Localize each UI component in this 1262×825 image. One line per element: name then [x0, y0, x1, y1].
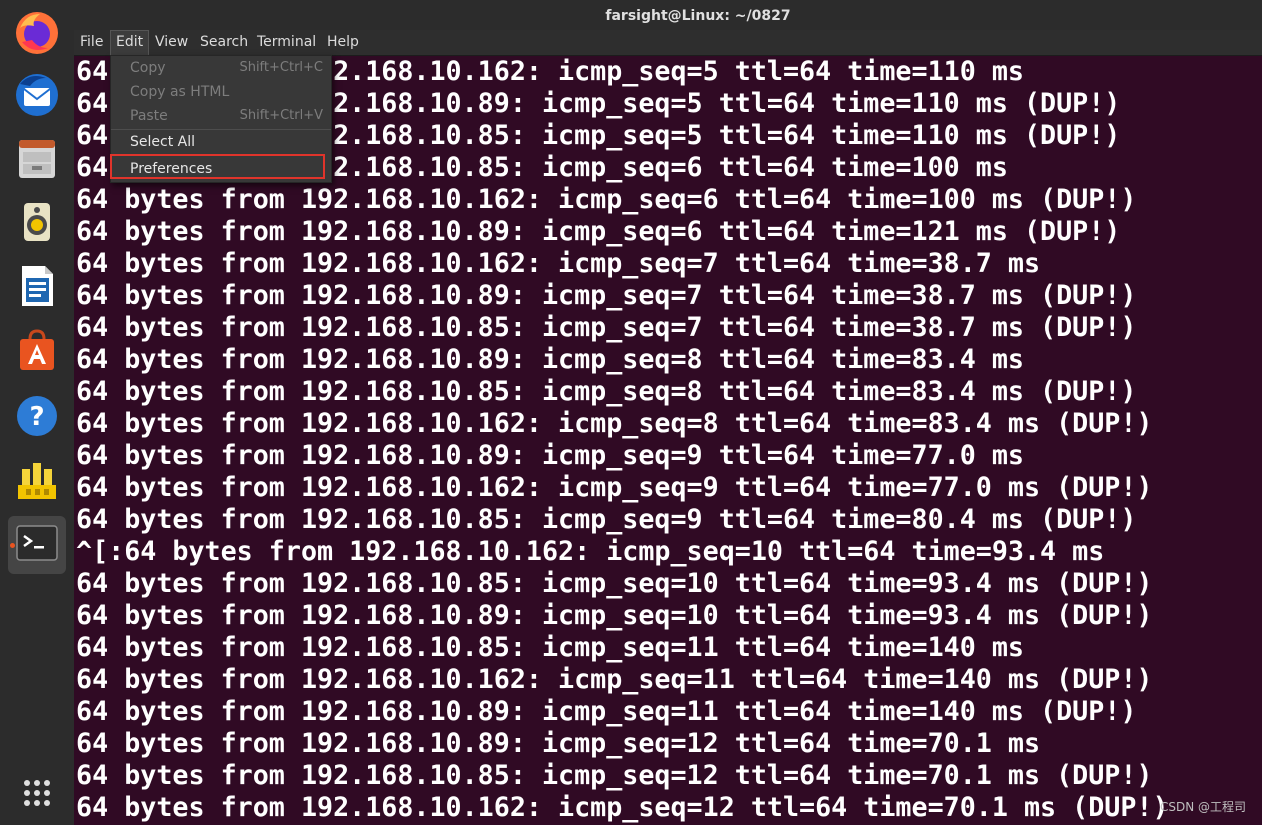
menu-item-select-all[interactable]: Select All: [111, 130, 331, 154]
libreoffice-writer-icon: [12, 261, 62, 315]
terminal-line: 64 bytes from 192.168.10.85: icmp_seq=11…: [76, 632, 1024, 663]
ubuntu-software-icon: [12, 325, 62, 379]
terminal-line: 64 bytes from 192.168.10.89: icmp_seq=7 …: [76, 280, 1137, 311]
thunderbird-icon: [12, 70, 62, 124]
menubar: File Edit View Search Terminal Help: [74, 30, 1262, 56]
dock-item-terminal[interactable]: [8, 516, 66, 574]
dock-item-app[interactable]: [8, 453, 66, 511]
dock-item-show-apps[interactable]: [8, 766, 66, 824]
app-icon: [12, 455, 62, 509]
dock: ?: [0, 0, 75, 825]
help-icon: ?: [12, 391, 62, 445]
files-icon: [12, 133, 62, 187]
running-indicator: [10, 543, 15, 548]
dock-item-help[interactable]: ?: [8, 389, 66, 447]
menu-terminal[interactable]: Terminal: [252, 30, 321, 55]
terminal-line: 64 bytes from 192.168.10.85: icmp_seq=7 …: [76, 312, 1137, 343]
menu-edit[interactable]: Edit: [110, 30, 150, 55]
menu-item-label: Preferences: [130, 161, 213, 177]
menu-search[interactable]: Search: [195, 30, 253, 55]
edit-menu-dropdown: Copy Shift+Ctrl+C Copy as HTML Paste Shi…: [110, 55, 332, 183]
terminal-line: 64 bytes from 192.168.10.162: icmp_seq=7…: [76, 248, 1041, 279]
menu-item-copy-as-html[interactable]: Copy as HTML: [111, 80, 331, 104]
firefox-icon: [12, 8, 62, 62]
window-titlebar[interactable]: farsight@Linux: ~/0827: [74, 0, 1262, 30]
terminal-line: 64 bytes from 192.168.10.162: icmp_seq=1…: [76, 664, 1153, 695]
menu-item-label: Copy as HTML: [130, 84, 230, 100]
terminal-line: 64 bytes from 192.168.10.85: icmp_seq=12…: [76, 760, 1153, 791]
menu-view[interactable]: View: [150, 30, 193, 55]
menu-item-paste[interactable]: Paste Shift+Ctrl+V: [111, 104, 331, 128]
terminal-line: 64 bytes from 192.168.10.89: icmp_seq=12…: [76, 728, 1041, 759]
terminal-line: 64 bytes from 192.168.10.89: icmp_seq=10…: [76, 600, 1153, 631]
menu-item-shortcut: Shift+Ctrl+C: [239, 60, 323, 75]
terminal-line: 64 bytes from 192.168.10.89: icmp_seq=6 …: [76, 216, 1121, 247]
terminal-line: 64 bytes from 192.168.10.162: icmp_seq=9…: [76, 472, 1153, 503]
rhythmbox-icon: [12, 197, 62, 251]
terminal-line: 64 bytes from 192.168.10.162: icmp_seq=8…: [76, 408, 1153, 439]
svg-text:?: ?: [29, 402, 44, 432]
terminal-line: 64 bytes from 192.168.10.85: icmp_seq=9 …: [76, 504, 1137, 535]
menu-item-label: Paste: [130, 108, 168, 124]
terminal-line: 64 bytes from 192.168.10.162: icmp_seq=6…: [76, 184, 1137, 215]
menu-help[interactable]: Help: [322, 30, 364, 55]
terminal-line: 64 bytes from 192.168.10.85: icmp_seq=10…: [76, 568, 1153, 599]
menu-item-shortcut: Shift+Ctrl+V: [239, 108, 323, 123]
terminal-line: 64 bytes from 192.168.10.89: icmp_seq=11…: [76, 696, 1137, 727]
terminal-line: 64 bytes from 192.168.10.89: icmp_seq=8 …: [76, 344, 1024, 375]
menu-item-label: Select All: [130, 134, 195, 150]
terminal-line: ^[:64 bytes from 192.168.10.162: icmp_se…: [76, 536, 1105, 567]
terminal-icon: [14, 520, 60, 570]
terminal-line: 64 bytes from 192.168.10.162: icmp_seq=1…: [76, 792, 1169, 823]
dock-item-firefox[interactable]: [8, 6, 66, 64]
terminal-line: 64 bytes from 192.168.10.89: icmp_seq=9 …: [76, 440, 1024, 471]
terminal-line: 64 bytes from 192.168.10.85: icmp_seq=8 …: [76, 376, 1137, 407]
dock-item-files[interactable]: [8, 131, 66, 189]
menu-item-label: Copy: [130, 60, 166, 76]
dock-item-thunderbird[interactable]: [8, 68, 66, 126]
menu-item-copy[interactable]: Copy Shift+Ctrl+C: [111, 56, 331, 80]
menu-item-preferences[interactable]: Preferences: [111, 157, 331, 181]
dock-item-rhythmbox[interactable]: [8, 195, 66, 253]
dock-item-software[interactable]: [8, 323, 66, 381]
menu-file[interactable]: File: [75, 30, 108, 55]
window-title: farsight@Linux: ~/0827: [605, 8, 791, 24]
dock-item-writer[interactable]: [8, 259, 66, 317]
watermark: CSDN @工程司: [1159, 800, 1246, 814]
show-applications-icon: [17, 773, 57, 817]
